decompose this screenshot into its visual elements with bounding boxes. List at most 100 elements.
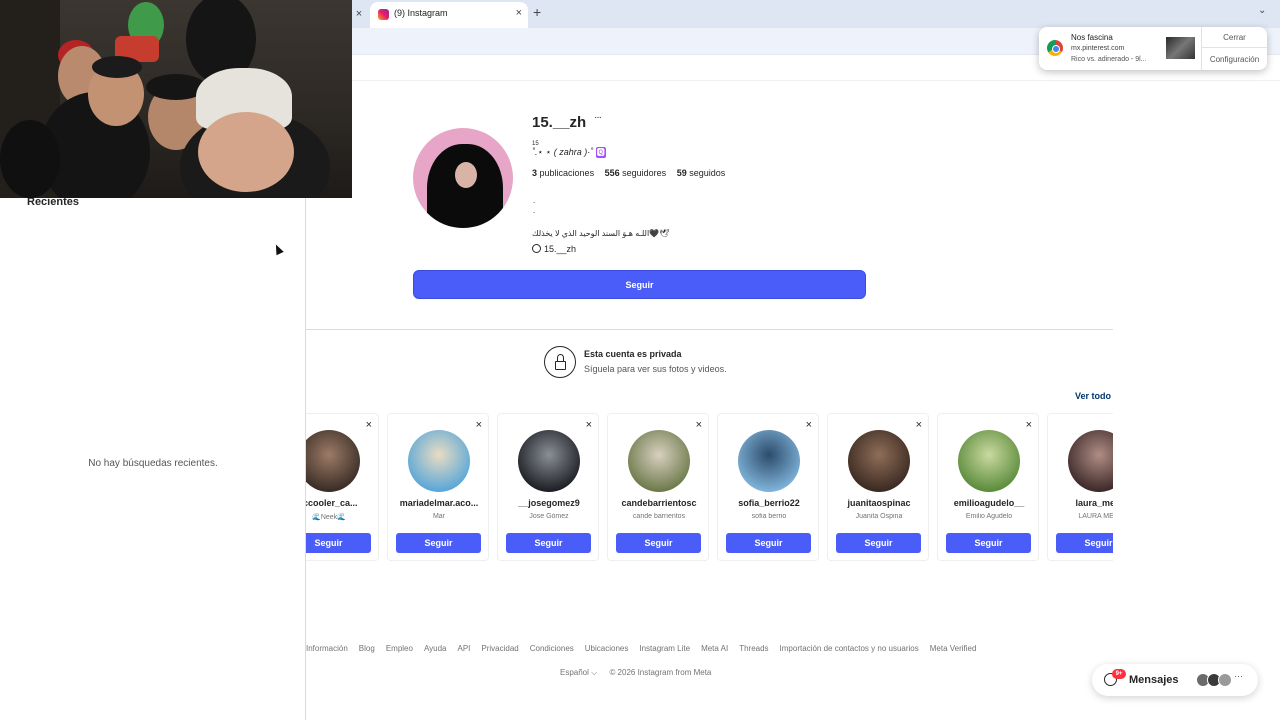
message-avatar — [1218, 673, 1232, 687]
bio-arabic-text: اللـه هـوَ السند الوحيد الذي لا يخذلك🖤🕊 — [532, 229, 670, 238]
footer-link[interactable]: Instagram Lite — [639, 644, 690, 653]
bio-emoji-icon: 🆀 — [595, 147, 606, 158]
suggestion-follow-button[interactable]: Seguir — [836, 533, 921, 553]
suggestion-follow-button[interactable]: Seguir — [306, 533, 371, 553]
notification-body: Rico vs. adinerado - 9l... — [1071, 56, 1147, 63]
suggestion-card[interactable]: × sofia_berrio22sofia berrio Seguir — [717, 413, 819, 561]
suggestion-follow-button[interactable]: Seguir — [506, 533, 591, 553]
following-count[interactable]: 59 seguidos — [677, 168, 726, 178]
threads-icon — [532, 244, 541, 253]
suggestion-card[interactable]: × candebarrientosc cande barrientos Seguir — [607, 413, 709, 561]
follow-button[interactable]: Seguir — [413, 270, 866, 299]
messages-badge: 9+ — [1112, 669, 1126, 679]
chrome-notification[interactable]: Nos fascina mx.pinterest.com Rico vs. ad… — [1039, 27, 1267, 70]
suggestion-name: sofia berrio — [751, 513, 787, 520]
suggestion-follow-button[interactable]: Seguir — [1056, 533, 1113, 553]
copyright-text: © 2026 Instagram from Meta — [609, 668, 712, 677]
suggestion-username[interactable]: candebarrientosc — [610, 498, 708, 508]
messages-button[interactable]: 9+ Mensajes ··· — [1092, 664, 1258, 696]
suggestion-avatar[interactable] — [848, 430, 910, 492]
footer-link[interactable]: Privacidad — [481, 644, 518, 653]
footer-link[interactable]: API — [457, 644, 470, 653]
suggestion-avatar[interactable] — [306, 430, 360, 492]
private-account-title: Esta cuenta es privada — [584, 349, 682, 359]
suggestion-avatar[interactable] — [518, 430, 580, 492]
suggestion-username[interactable]: emilioagudelo__ — [940, 498, 1038, 508]
bio-text: ˚.⋆ ⋆ ( zahra )·˚ — [532, 147, 594, 157]
suggestion-avatar[interactable] — [958, 430, 1020, 492]
bio-dots: . . — [533, 196, 536, 215]
prev-tab-close-icon[interactable]: × — [352, 6, 366, 22]
posts-count: 3 publicaciones — [532, 168, 595, 178]
footer-link[interactable]: Blog — [359, 644, 375, 653]
footer-link[interactable]: Meta AI — [701, 644, 728, 653]
footer-link[interactable]: Condiciones — [530, 644, 574, 653]
suggestion-username[interactable]: mariadelmar.aco... — [390, 498, 488, 508]
private-account-subtitle: Síguela para ver sus fotos y videos. — [584, 364, 727, 374]
see-all-link[interactable]: Ver todo — [1075, 391, 1111, 401]
more-icon: ··· — [1234, 671, 1243, 681]
notification-settings-button[interactable]: Configuración — [1202, 49, 1267, 70]
footer-link[interactable]: Ayuda — [424, 644, 447, 653]
suggestion-name: Emilio Agudelo — [965, 513, 1013, 520]
notification-thumbnail — [1166, 37, 1195, 59]
messages-label: Mensajes — [1129, 674, 1179, 686]
tab-close-icon[interactable]: × — [516, 7, 522, 19]
new-tab-button[interactable]: + — [533, 4, 541, 20]
footer-link[interactable]: Threads — [739, 644, 768, 653]
search-panel: Recientes No hay búsquedas recientes. — [0, 196, 306, 720]
suggestion-username[interactable]: iccooler_ca... — [306, 498, 378, 508]
footer-link[interactable]: Ubicaciones — [585, 644, 629, 653]
suggestion-card[interactable]: × __josegomez9 Jose Gómez Seguir — [497, 413, 599, 561]
profile-bio-line: ˚.⋆ ⋆ ( zahra )·˚ 🆀 — [532, 147, 606, 158]
suggestion-name: LAURA ME... — [1078, 513, 1113, 520]
tab-title: (9) Instagram — [394, 8, 448, 18]
suggestion-card[interactable]: ×laura_mejiiLAURA ME...Seguir — [1047, 413, 1113, 561]
suggestion-avatar[interactable] — [628, 430, 690, 492]
suggestion-card[interactable]: × juanitaospinac Juanita Ospina Seguir — [827, 413, 929, 561]
browser-tab-instagram[interactable]: (9) Instagram × — [370, 2, 528, 28]
suggestion-username[interactable]: laura_mejii — [1050, 498, 1113, 508]
footer-link[interactable]: Importación de contactos y no usuarios — [780, 644, 919, 653]
dismiss-suggestion-icon[interactable]: × — [1026, 419, 1032, 431]
tab-search-chevron-icon[interactable]: ⌄ — [1258, 5, 1266, 16]
suggestion-follow-button[interactable]: Seguir — [616, 533, 701, 553]
suggestion-name: cande barrientos — [632, 513, 686, 520]
notification-close-button[interactable]: Cerrar — [1202, 27, 1267, 48]
dismiss-suggestion-icon[interactable]: × — [366, 419, 372, 431]
suggestion-avatar[interactable] — [408, 430, 470, 492]
footer-link[interactable]: Meta Verified — [930, 644, 977, 653]
suggestion-username[interactable]: juanitaospinac — [830, 498, 928, 508]
dismiss-suggestion-icon[interactable]: × — [916, 419, 922, 431]
dismiss-suggestion-icon[interactable]: × — [476, 419, 482, 431]
suggestion-follow-button[interactable]: Seguir — [396, 533, 481, 553]
suggestion-follow-button[interactable]: Seguir — [726, 533, 811, 553]
more-options-icon[interactable]: ··· — [594, 112, 602, 123]
suggestion-username[interactable]: sofia_berrio22 — [720, 498, 818, 508]
suggestion-name: Jose Gómez — [529, 513, 569, 520]
profile-username: 15.__zh — [532, 114, 587, 131]
footer-bottom: Español ⌵ © 2026 Instagram from Meta — [560, 668, 721, 678]
suggestion-card[interactable]: × mariadelmar.aco... Mar Seguir — [387, 413, 489, 561]
profile-stats: 3 publicaciones 556 seguidores 59 seguid… — [532, 168, 733, 178]
threads-handle: 15.__zh — [544, 244, 577, 254]
followers-count[interactable]: 556 seguidores — [605, 168, 667, 178]
notification-site: mx.pinterest.com — [1071, 45, 1125, 52]
suggestion-card[interactable]: × iccooler_ca... 🌊Neek🌊 Seguir — [306, 413, 379, 561]
suggestion-follow-button[interactable]: Seguir — [946, 533, 1031, 553]
language-selector[interactable]: Español ⌵ — [560, 668, 597, 677]
dismiss-suggestion-icon[interactable]: × — [696, 419, 702, 431]
lock-icon — [544, 346, 576, 378]
suggestion-name: 🌊Neek🌊 — [312, 514, 346, 521]
suggestion-username[interactable]: __josegomez9 — [500, 498, 598, 508]
dismiss-suggestion-icon[interactable]: × — [586, 419, 592, 431]
threads-link[interactable]: 15.__zh — [532, 244, 576, 254]
profile-avatar[interactable] — [413, 128, 513, 228]
footer-link[interactable]: Empleo — [386, 644, 413, 653]
suggestion-avatar[interactable] — [738, 430, 800, 492]
suggestion-avatar[interactable] — [1068, 430, 1113, 492]
webcam-overlay — [0, 0, 352, 198]
footer-link[interactable]: Información — [306, 644, 348, 653]
suggestion-card[interactable]: × emilioagudelo__ Emilio Agudelo Seguir — [937, 413, 1039, 561]
dismiss-suggestion-icon[interactable]: × — [806, 419, 812, 431]
